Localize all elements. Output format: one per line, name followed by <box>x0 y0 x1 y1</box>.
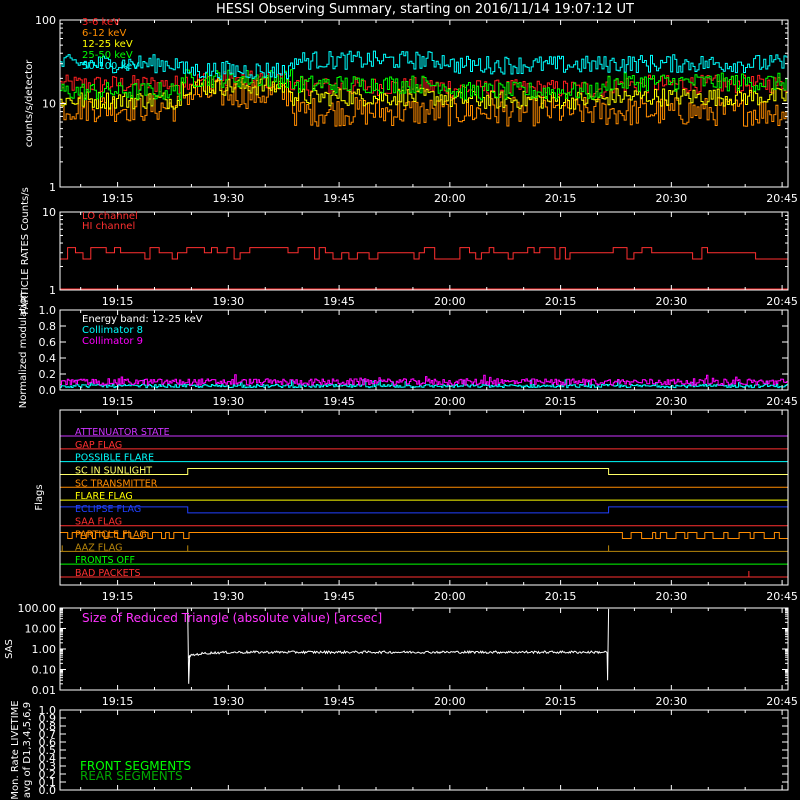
particle-rates-xtick-label: 19:45 <box>323 295 355 308</box>
sas-ylabel: SAS <box>4 639 15 659</box>
count-rates-ylabel: counts/s/detector <box>24 59 35 147</box>
flag-label-AAZ-FLAG: AAZ FLAG <box>75 542 122 553</box>
flag-label-GAP-FLAG: GAP FLAG <box>75 440 122 451</box>
legend-50-100-keV: 50-100 keV <box>82 61 139 72</box>
flags-xtick-label: 20:45 <box>766 590 798 603</box>
figure-title: HESSI Observing Summary, starting on 201… <box>216 2 634 17</box>
sas-annotation: Size of Reduced Triangle (absolute value… <box>82 611 382 625</box>
modulation-xtick-label: 19:45 <box>323 395 355 408</box>
particle-rates-xtick-label: 19:30 <box>212 295 244 308</box>
modulation-ytick-label: 0.6 <box>39 336 57 349</box>
sas-ytick-label: 0.01 <box>32 684 57 697</box>
sas-xtick-label: 20:30 <box>655 695 687 708</box>
count-rates-ytick-label: 10 <box>42 98 56 111</box>
flags-xtick-label: 20:30 <box>655 590 687 603</box>
count-rates-ytick-label: 100 <box>35 14 56 27</box>
sas-xtick-label: 19:15 <box>102 695 134 708</box>
modulation-xtick-label: 19:15 <box>102 395 134 408</box>
flag-label-ECLIPSE-FLAG: ECLIPSE FLAG <box>75 504 141 515</box>
legend-3-6-keV: 3-6 keV <box>82 17 120 28</box>
flag-label-PARTICLE-FLAG: PARTICLE FLAG <box>75 530 147 541</box>
modulation-xtick-label: 20:45 <box>766 395 798 408</box>
livetime-ytick-label: 1.0 <box>39 704 57 717</box>
legend-Collimator-8: Collimator 8 <box>82 325 143 336</box>
count-rates-xtick-label: 19:45 <box>323 192 355 205</box>
sas-xtick-label: 20:00 <box>434 695 466 708</box>
count-rates-xtick-label: 19:30 <box>212 192 244 205</box>
flags-xtick-label: 19:15 <box>102 590 134 603</box>
flag-label-SC-TRANSMITTER: SC TRANSMITTER <box>75 478 158 489</box>
legend-Collimator-9: Collimator 9 <box>82 336 143 347</box>
count-rates-xtick-label: 20:30 <box>655 192 687 205</box>
flags-ylabel: Flags <box>34 484 45 510</box>
count-rates-xtick-label: 20:15 <box>545 192 577 205</box>
particle-rates-xtick-label: 20:00 <box>434 295 466 308</box>
hessi-summary-figure: HESSI Observing Summary, starting on 201… <box>0 0 800 800</box>
count-rates-xtick-label: 20:45 <box>766 192 798 205</box>
flag-label-SC-IN-SUNLIGHT: SC IN SUNLIGHT <box>75 465 152 476</box>
flag-label-FLARE-FLAG: FLARE FLAG <box>75 491 133 502</box>
modulation-xtick-label: 20:00 <box>434 395 466 408</box>
modulation-ytick-label: 0.2 <box>39 368 57 381</box>
sas-xtick-label: 20:45 <box>766 695 798 708</box>
legend-6-12-keV: 6-12 keV <box>82 28 126 39</box>
particle-rates-ytick-label: 1 <box>49 284 56 297</box>
livetime-ylabel-line2: avg of D1,3,4,5,6,9 <box>22 702 33 798</box>
modulation-ytick-label: 0.4 <box>39 352 57 365</box>
count-rates-xtick-label: 20:00 <box>434 192 466 205</box>
flag-label-FRONTS-OFF: FRONTS OFF <box>75 555 135 566</box>
modulation-xtick-label: 19:30 <box>212 395 244 408</box>
modulation-ytick-label: 0.8 <box>39 320 57 333</box>
legend-REAR-SEGMENTS: REAR SEGMENTS <box>80 769 183 783</box>
legend-25-50-keV: 25-50 keV <box>82 50 133 61</box>
livetime-ylabel-line1: Mon. Rate LIVETIME <box>10 700 21 799</box>
flags-xtick-label: 20:15 <box>545 590 577 603</box>
particle-rates-ytick-label: 10 <box>42 206 56 219</box>
sas-ytick-label: 100.00 <box>18 602 57 615</box>
sas-ytick-label: 0.10 <box>32 664 57 677</box>
legend-HI-channel: HI channel <box>82 221 135 232</box>
count-rates-xtick-label: 19:15 <box>102 192 134 205</box>
flags-xtick-label: 19:30 <box>212 590 244 603</box>
flag-label-POSSIBLE-FLARE: POSSIBLE FLARE <box>75 453 154 464</box>
particle-rates-xtick-label: 20:15 <box>545 295 577 308</box>
flag-label-SAA-FLAG: SAA FLAG <box>75 517 122 528</box>
particle-rates-xtick-label: 19:15 <box>102 295 134 308</box>
sas-xtick-label: 19:30 <box>212 695 244 708</box>
energy-band-annotation: Energy band: 12-25 keV <box>82 314 203 325</box>
sas-ytick-label: 1.00 <box>32 643 57 656</box>
sas-xtick-label: 19:45 <box>323 695 355 708</box>
legend-12-25-keV: 12-25 keV <box>82 39 133 50</box>
sas-xtick-label: 20:15 <box>545 695 577 708</box>
flags-xtick-label: 19:45 <box>323 590 355 603</box>
flags-xtick-label: 20:00 <box>434 590 466 603</box>
sas-ytick-label: 10.00 <box>25 623 57 636</box>
modulation-ytick-label: 0.0 <box>39 384 57 397</box>
modulation-ylabel: Normalized modulation <box>18 292 29 409</box>
modulation-xtick-label: 20:30 <box>655 395 687 408</box>
count-rates-ytick-label: 1 <box>49 181 56 194</box>
particle-rates-xtick-label: 20:45 <box>766 295 798 308</box>
flag-label-BAD-PACKETS: BAD PACKETS <box>75 568 141 579</box>
flag-label-ATTENUATOR-STATE: ATTENUATOR STATE <box>75 427 170 438</box>
modulation-xtick-label: 20:15 <box>545 395 577 408</box>
particle-rates-xtick-label: 20:30 <box>655 295 687 308</box>
modulation-ytick-label: 1.0 <box>39 304 57 317</box>
